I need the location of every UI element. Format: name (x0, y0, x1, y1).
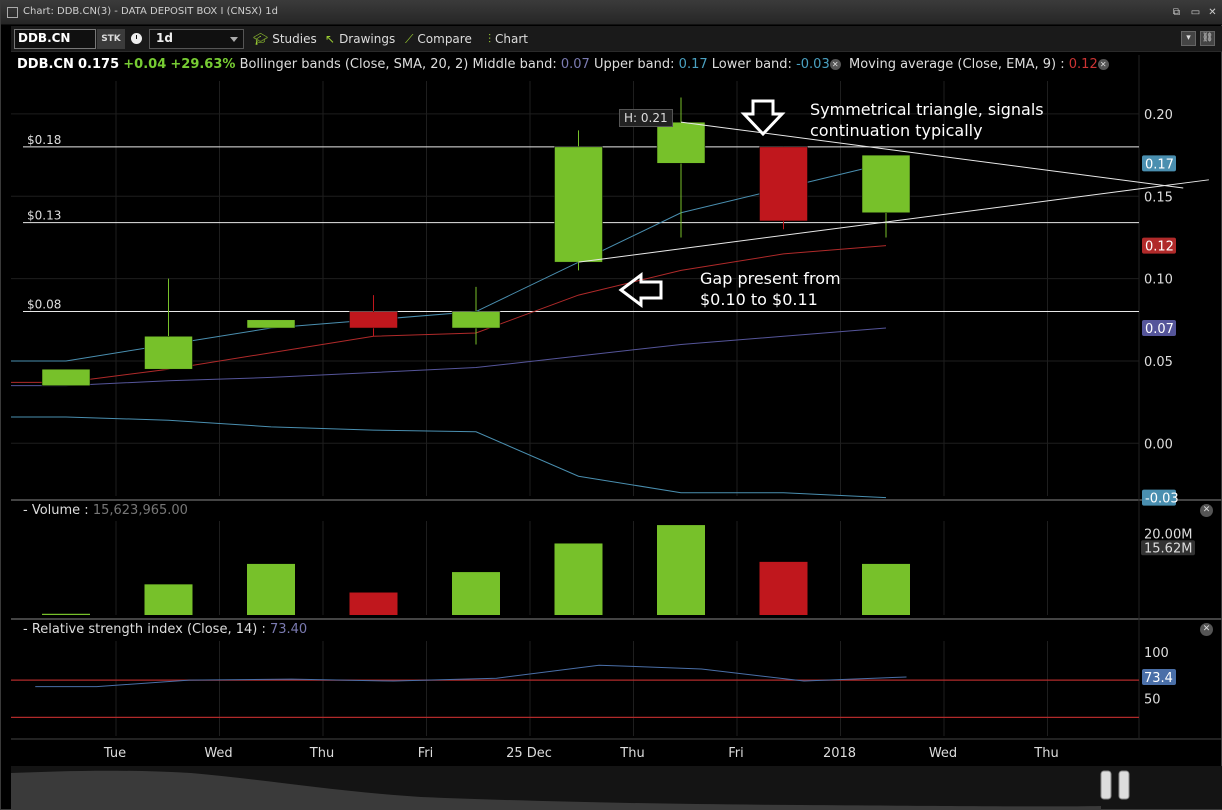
volume-bar (144, 584, 193, 615)
rsi-panel-label: - Relative strength index (Close, 14) : (23, 622, 266, 637)
volume-tick-label: 20.00M (1144, 527, 1192, 542)
x-tick-label: Wed (929, 746, 957, 761)
price-tick-label: 0.05 (1144, 355, 1173, 370)
volume-bar (247, 563, 295, 615)
x-tick-label: 2018 (823, 746, 856, 761)
rsi-tick-label: 50 (1144, 693, 1161, 708)
volume-panel-title: - Volume : 15,623,965.00 (23, 503, 188, 518)
x-tick-label: Thu (619, 746, 644, 761)
high-label: H: 0.21 (619, 109, 673, 127)
support-resistance-label: $0.13 (27, 209, 61, 223)
x-tick-label: Fri (728, 746, 744, 761)
price-tick-label: 0.00 (1144, 437, 1173, 452)
price-tick-label: 0.20 (1144, 108, 1173, 123)
x-tick-label: 25 Dec (506, 746, 552, 761)
support-resistance-label: $0.08 (27, 298, 61, 312)
gap-annotation: Gap present from $0.10 to $0.11 (700, 268, 841, 310)
rsi-current-badge-text: 73.4 (1144, 671, 1173, 686)
middle-band-line (11, 327, 887, 387)
triangle-annotation: Symmetrical triangle, signals continuati… (810, 99, 1044, 141)
price-tick-label: 0.10 (1144, 273, 1173, 288)
x-tick-label: Thu (309, 746, 334, 761)
rsi-line (35, 664, 907, 688)
volume-panel-label: - Volume : (23, 503, 89, 518)
rsi-panel-value: 73.40 (269, 622, 308, 637)
candle-body (759, 146, 808, 222)
chart-window: Chart: DDB.CN(3) - DATA DEPOSIT BOX I (C… (0, 0, 1222, 810)
volume-panel-value: 15,623,965.00 (92, 503, 188, 518)
triangle-annotation-line1: Symmetrical triangle, signals (810, 100, 1044, 119)
candle-body (41, 368, 91, 386)
volume-bar (452, 572, 500, 615)
price-tick-label: 0.15 (1144, 190, 1173, 205)
down-arrow-icon (740, 99, 786, 137)
support-resistance-label: $0.18 (27, 133, 61, 147)
candle-body (144, 336, 193, 370)
volume-bar (349, 592, 398, 615)
volume-current-badge-text: 15.62M (1144, 541, 1192, 556)
volume-bar (42, 613, 90, 615)
rsi-panel-title: - Relative strength index (Close, 14) : … (23, 622, 307, 637)
candle-body (656, 121, 706, 164)
candle-body (554, 146, 603, 263)
x-tick-label: Fri (418, 746, 434, 761)
volume-bar (554, 543, 603, 615)
triangle-annotation-line2: continuation typically (810, 121, 983, 140)
candle-body (349, 311, 398, 329)
volume-bar (862, 563, 910, 615)
axis-value-badge-text: 0.12 (1145, 240, 1174, 255)
candle-body (861, 154, 911, 213)
volume-close-icon[interactable]: ✕ (1200, 504, 1213, 517)
x-tick-label: Tue (103, 746, 126, 761)
candle-body (451, 311, 501, 329)
left-arrow-icon (618, 272, 663, 308)
rsi-close-icon[interactable]: ✕ (1200, 623, 1213, 636)
x-tick-label: Thu (1033, 746, 1058, 761)
axis-value-badge-text: 0.07 (1145, 322, 1174, 337)
rsi-tick-label: 100 (1144, 646, 1169, 661)
axis-value-badge-text: 0.17 (1145, 157, 1174, 172)
candle-body (246, 319, 296, 329)
navigator-handle-right (1118, 770, 1130, 800)
axis-value-badge-text: -0.03 (1145, 492, 1179, 507)
gap-annotation-line1: Gap present from (700, 269, 841, 288)
gap-annotation-line2: $0.10 to $0.11 (700, 290, 818, 309)
lower-band-line (11, 416, 887, 499)
volume-bar (657, 525, 705, 615)
volume-bar (759, 561, 808, 615)
navigator-handle-left (1100, 770, 1112, 800)
x-tick-label: Wed (204, 746, 232, 761)
upper-band-line (11, 162, 887, 362)
